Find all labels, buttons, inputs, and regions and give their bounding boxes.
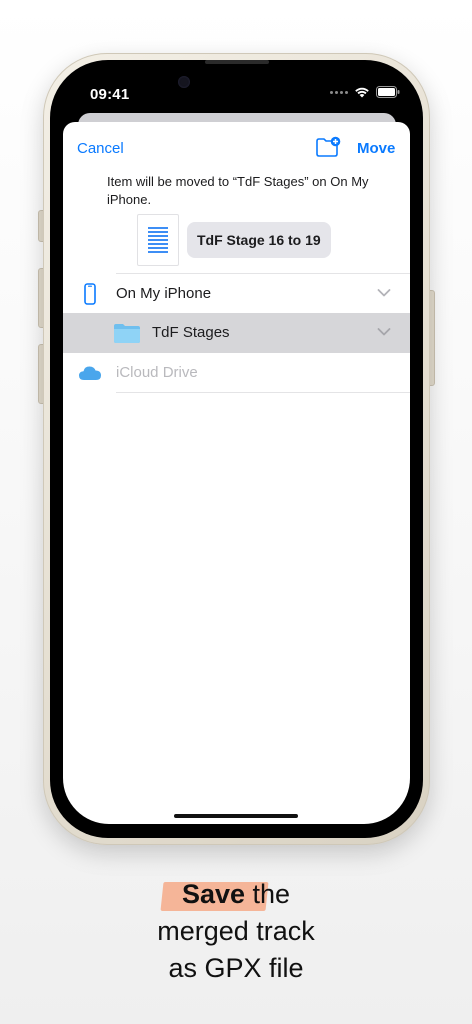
- battery-icon: [376, 86, 400, 98]
- divider: [116, 392, 410, 393]
- home-indicator[interactable]: [174, 814, 298, 818]
- wifi-icon: [355, 87, 369, 98]
- folder-icon: [114, 324, 140, 343]
- location-label: On My iPhone: [116, 285, 212, 302]
- chevron-down-icon[interactable]: [377, 288, 391, 298]
- cloud-icon: [79, 366, 101, 380]
- front-camera: [178, 76, 190, 88]
- earpiece-speaker: [205, 60, 269, 64]
- location-label: TdF Stages: [152, 324, 230, 341]
- move-button[interactable]: Move: [357, 140, 395, 157]
- location-row-icloud-drive: iCloud Drive: [63, 353, 410, 393]
- new-folder-button[interactable]: [315, 136, 341, 158]
- caption-line-2: merged track: [157, 916, 315, 946]
- move-destination-message: Item will be moved to “TdF Stages” on On…: [107, 174, 369, 207]
- location-row-tdf-stages[interactable]: TdF Stages: [63, 313, 410, 353]
- caption-line-1-rest: the: [245, 879, 291, 909]
- file-name-pill: TdF Stage 16 to 19: [187, 222, 331, 258]
- location-label: iCloud Drive: [116, 364, 198, 381]
- iphone-icon: [84, 283, 96, 305]
- caption-line-1: Save the: [0, 876, 472, 913]
- caption-line-3: as GPX file: [168, 953, 304, 983]
- marketing-caption: Save the merged track as GPX file: [0, 876, 472, 987]
- status-icons: [330, 86, 400, 98]
- folder-plus-icon: [316, 136, 341, 157]
- move-sheet: Cancel Move Item will be moved to “TdF S…: [63, 122, 410, 824]
- document-icon: [137, 214, 179, 266]
- caption-highlight: Save: [182, 876, 245, 913]
- status-time: 09:41: [90, 86, 130, 103]
- signal-icon: [330, 90, 348, 94]
- location-row-on-my-iphone[interactable]: On My iPhone: [63, 274, 410, 314]
- cancel-button[interactable]: Cancel: [77, 140, 124, 157]
- chevron-down-icon[interactable]: [377, 327, 391, 337]
